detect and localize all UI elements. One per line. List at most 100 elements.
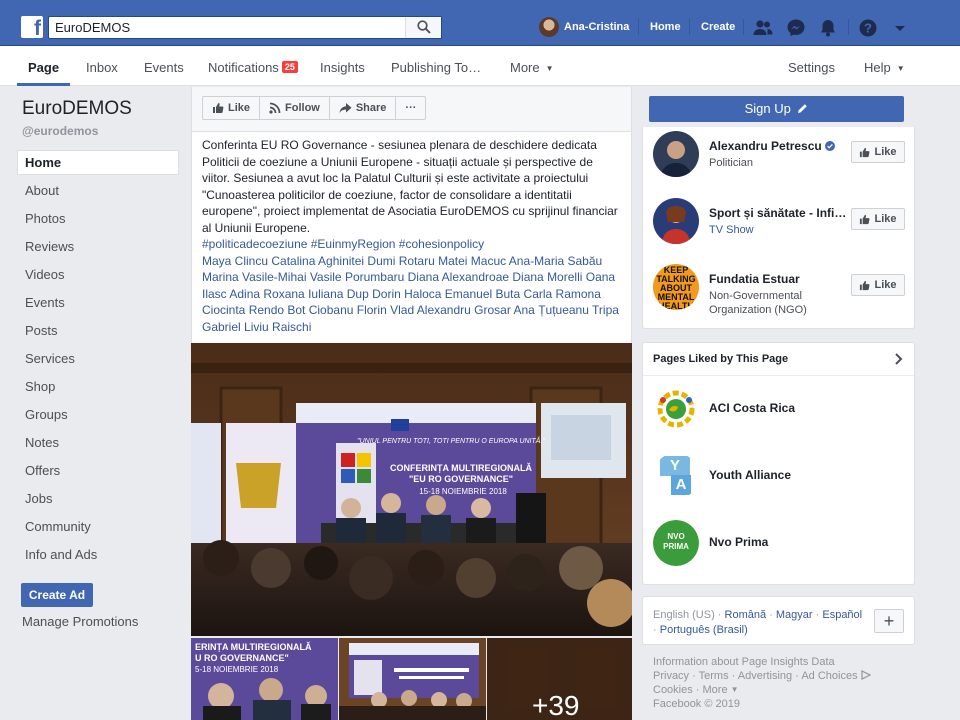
search-input[interactable] bbox=[49, 17, 409, 38]
thumbnail-banner-text: ERINȚA MULTIREGIONALĂ bbox=[195, 642, 312, 652]
thumbs-up-icon bbox=[860, 280, 870, 290]
policy-links[interactable]: Privacy · Terms · Advertising · Ad Choic… bbox=[653, 669, 903, 683]
avatar[interactable]: KEEP TALKING ABOUT MENTAL HEALTH bbox=[653, 264, 699, 310]
friend-requests-icon[interactable] bbox=[752, 17, 774, 39]
sidebar-item-posts[interactable]: Posts bbox=[17, 318, 179, 343]
avatar[interactable] bbox=[653, 198, 699, 244]
post-hashtags[interactable]: #politicadecoeziune #EuinmyRegion #cohes… bbox=[202, 237, 484, 251]
language-option-romana[interactable]: Română bbox=[725, 609, 767, 621]
divider bbox=[643, 375, 914, 376]
home-link[interactable]: Home bbox=[650, 21, 681, 33]
account-menu-chevron-down-icon[interactable] bbox=[889, 17, 911, 39]
page-title[interactable]: EuroDEMOS bbox=[22, 98, 132, 120]
sidebar-item-shop[interactable]: Shop bbox=[17, 374, 179, 399]
follow-button[interactable]: Follow bbox=[260, 97, 330, 119]
divider bbox=[848, 19, 849, 35]
like-label: Like bbox=[874, 146, 897, 158]
help-link[interactable]: Help ▼ bbox=[864, 60, 905, 75]
thumbs-up-icon bbox=[860, 147, 870, 157]
like-page-button[interactable]: Like bbox=[851, 141, 905, 163]
language-option-portugues[interactable]: Português (Brasil) bbox=[660, 624, 748, 636]
suggested-page-category: Non-Governmental Organization (NGO) bbox=[709, 290, 807, 316]
liked-page-name[interactable]: Nvo Prima bbox=[709, 535, 768, 549]
like-page-button[interactable]: Like bbox=[851, 208, 905, 230]
language-list: English (US) · Română · Magyar · Español… bbox=[653, 609, 863, 636]
tab-notifications[interactable]: Notifications 25 bbox=[208, 60, 298, 75]
create-link[interactable]: Create bbox=[701, 21, 735, 33]
add-language-plus-icon[interactable]: + bbox=[874, 609, 904, 633]
sidebar-item-groups[interactable]: Groups bbox=[17, 402, 179, 427]
sidebar-item-events[interactable]: Events bbox=[17, 290, 179, 315]
more-photos-count[interactable]: +39 bbox=[532, 690, 580, 720]
sign-up-button[interactable]: Sign Up bbox=[649, 96, 904, 122]
sidebar-item-info-and-ads[interactable]: Info and Ads bbox=[17, 542, 179, 567]
thumbs-up-icon bbox=[860, 214, 870, 224]
language-option-espanol[interactable]: Español bbox=[822, 609, 862, 621]
page-actions: Like Follow Share ··· bbox=[202, 96, 427, 120]
rss-follow-icon bbox=[269, 102, 281, 114]
sidebar-item-about[interactable]: About bbox=[17, 178, 179, 203]
copyright: Facebook © 2019 bbox=[653, 698, 740, 710]
suggested-page-name[interactable]: Fundatia Estuar bbox=[709, 272, 849, 286]
sidebar-item-videos[interactable]: Videos bbox=[17, 262, 179, 287]
caret-down-icon: ▼ bbox=[545, 64, 554, 73]
profile-name: Ana-Cristina bbox=[564, 21, 630, 33]
sidebar-item-offers[interactable]: Offers bbox=[17, 458, 179, 483]
sidebar-item-reviews[interactable]: Reviews bbox=[17, 234, 179, 259]
tab-more[interactable]: More ▼ bbox=[510, 60, 554, 75]
liked-page-name[interactable]: Youth Alliance bbox=[709, 468, 791, 482]
messenger-icon[interactable] bbox=[785, 17, 807, 39]
tab-label: More bbox=[510, 60, 540, 75]
facebook-logo-icon[interactable]: f bbox=[21, 16, 43, 40]
footer-links: Information about Page Insights Data Pri… bbox=[653, 655, 903, 711]
manage-promotions-link[interactable]: Manage Promotions bbox=[22, 614, 138, 629]
suggested-page-name-label: Alexandru Petrescu bbox=[709, 139, 822, 153]
sidebar-item-community[interactable]: Community bbox=[17, 514, 179, 539]
post-photo-main[interactable]: "UNIUL PENTRU TOTI, TOTI PENTRU O EUROPA… bbox=[191, 343, 632, 636]
sidebar-item-services[interactable]: Services bbox=[17, 346, 179, 371]
language-option-magyar[interactable]: Magyar bbox=[776, 609, 813, 621]
post-photo-thumbnail-2[interactable] bbox=[339, 638, 486, 720]
help-icon[interactable]: ? bbox=[857, 17, 879, 39]
sidebar-item-home[interactable]: Home bbox=[17, 150, 179, 175]
chevron-right-icon[interactable] bbox=[894, 353, 904, 365]
suggested-page-category[interactable]: TV Show bbox=[709, 223, 754, 237]
post-tagged-people[interactable]: Maya Clincu Catalina Aghinitei Dumi Rota… bbox=[202, 254, 619, 334]
tab-page[interactable]: Page bbox=[28, 60, 59, 75]
liked-page-name[interactable]: ACI Costa Rica bbox=[709, 401, 795, 415]
like-label: Like bbox=[874, 279, 897, 291]
post-body: Conferinta EU RO Governance - sesiunea p… bbox=[202, 137, 622, 335]
more-footer-links[interactable]: Cookies · More ▼ bbox=[653, 683, 903, 697]
search-button[interactable] bbox=[405, 17, 441, 38]
suggested-page-name[interactable]: Alexandru Petrescu bbox=[709, 139, 849, 153]
tab-events[interactable]: Events bbox=[144, 60, 184, 75]
sidebar-item-photos[interactable]: Photos bbox=[17, 206, 179, 231]
banner-subtitle: "EU RO GOVERNANCE" bbox=[409, 474, 513, 484]
youth-alliance-logo-y: Y bbox=[669, 457, 680, 474]
more-options-button[interactable]: ··· bbox=[396, 97, 425, 119]
suggested-page-name[interactable]: Sport și sănătate - Infi… bbox=[709, 206, 849, 220]
pages-liked-heading[interactable]: Pages Liked by This Page bbox=[653, 353, 788, 365]
page-insights-info-link[interactable]: Information about Page Insights Data bbox=[653, 655, 903, 669]
sidebar-item-notes[interactable]: Notes bbox=[17, 430, 179, 455]
search-box bbox=[48, 16, 442, 39]
tab-inbox[interactable]: Inbox bbox=[86, 60, 118, 75]
settings-link[interactable]: Settings bbox=[788, 60, 835, 75]
tab-label: Notifications bbox=[208, 60, 279, 75]
sidebar-item-jobs[interactable]: Jobs bbox=[17, 486, 179, 511]
post-photo-thumbnail-1[interactable]: ERINȚA MULTIREGIONALĂ U RO GOVERNANCE" 5… bbox=[191, 638, 338, 720]
suggested-page-category: Politician bbox=[709, 157, 754, 169]
avatar[interactable] bbox=[653, 131, 699, 177]
aci-costa-rica-logo[interactable] bbox=[653, 386, 699, 432]
page-username[interactable]: @eurodemos bbox=[22, 124, 98, 138]
divider bbox=[743, 19, 744, 35]
notifications-bell-icon[interactable] bbox=[817, 17, 839, 39]
like-page-button[interactable]: Like bbox=[203, 97, 261, 119]
create-ad-button[interactable]: Create Ad bbox=[21, 583, 93, 607]
suggested-page-row: Sport și sănătate - Infi… TV Show Like bbox=[653, 198, 907, 248]
like-page-button[interactable]: Like bbox=[851, 274, 905, 296]
share-button[interactable]: Share bbox=[330, 97, 397, 119]
tab-publishing-tools[interactable]: Publishing To… bbox=[391, 60, 481, 75]
banner-date: 15-18 NOIEMBRIE 2018 bbox=[419, 487, 507, 496]
tab-insights[interactable]: Insights bbox=[320, 60, 365, 75]
